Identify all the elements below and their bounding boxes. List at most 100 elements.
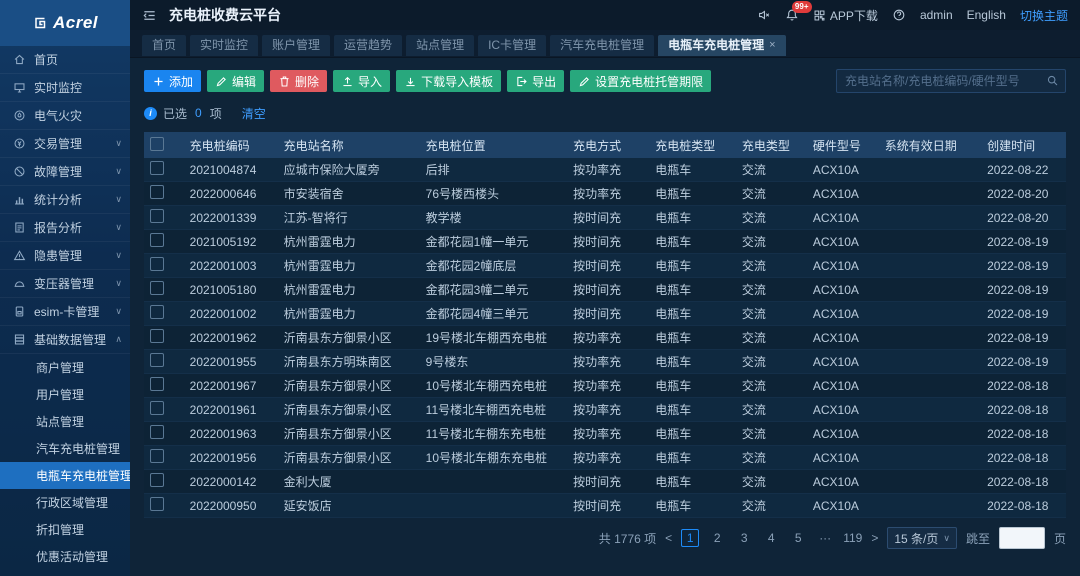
search-icon[interactable]	[1046, 74, 1059, 87]
edit-icon	[215, 75, 228, 88]
row-checkbox[interactable]	[150, 449, 164, 463]
row-checkbox-cell	[144, 254, 184, 278]
tab-ebike-charger-mgmt[interactable]: 电瓶车充电桩管理×	[658, 35, 785, 56]
table-cell	[879, 446, 981, 470]
row-checkbox[interactable]	[150, 353, 164, 367]
page-number-4[interactable]: 4	[762, 529, 780, 547]
tab-realtime-monitoring[interactable]: 实时监控	[190, 35, 258, 56]
add-button[interactable]: 添加	[144, 70, 201, 92]
next-page-button[interactable]: >	[871, 531, 878, 545]
sidebar-item-hazard-mgmt[interactable]: 隐患管理∨	[0, 242, 130, 270]
help-icon[interactable]	[892, 8, 906, 22]
sidebar-item-ic-card-mgmt[interactable]: IC卡管理	[0, 570, 130, 576]
row-checkbox[interactable]	[150, 377, 164, 391]
table-cell: 交流	[736, 230, 807, 254]
tab-home[interactable]: 首页	[142, 35, 186, 56]
prev-page-button[interactable]: <	[665, 531, 672, 545]
row-checkbox[interactable]	[150, 425, 164, 439]
tab-operation-trend[interactable]: 运营趋势	[334, 35, 402, 56]
jump-label: 跳至	[966, 530, 990, 547]
table-cell: 交流	[736, 182, 807, 206]
row-checkbox[interactable]	[150, 185, 164, 199]
table-cell: 交流	[736, 422, 807, 446]
sidebar-item-ebike-charger-mgmt[interactable]: 电瓶车充电桩管理	[0, 462, 130, 489]
table-cell: ACX10A	[807, 398, 879, 422]
select-all-checkbox[interactable]	[150, 137, 164, 151]
table-cell: 应城市保险大厦旁	[278, 158, 420, 182]
table-cell: 按功率充	[567, 398, 649, 422]
sidebar-item-home[interactable]: 首页	[0, 46, 130, 74]
sidebar-item-promotion-mgmt[interactable]: 优惠活动管理	[0, 543, 130, 570]
search-input[interactable]	[836, 69, 1066, 93]
row-checkbox[interactable]	[150, 401, 164, 415]
set-hosting-period-button[interactable]: 设置充电桩托管期限	[570, 70, 711, 92]
row-checkbox[interactable]	[150, 161, 164, 175]
row-checkbox[interactable]	[150, 473, 164, 487]
app-download-button[interactable]: APP下载	[813, 7, 878, 24]
page-size-select[interactable]: 15 条/页∨	[887, 527, 957, 549]
sidebar-item-user-mgmt[interactable]: 用户管理	[0, 381, 130, 408]
sidebar-item-transformer-mgmt[interactable]: 变压器管理∨	[0, 270, 130, 298]
sidebar-item-site-mgmt[interactable]: 站点管理	[0, 408, 130, 435]
row-checkbox[interactable]	[150, 233, 164, 247]
tab-account-mgmt[interactable]: 账户管理	[262, 35, 330, 56]
sidebar-item-label: 站点管理	[36, 413, 84, 430]
sidebar-item-transaction-mgmt[interactable]: 交易管理∨	[0, 130, 130, 158]
row-checkbox[interactable]	[150, 209, 164, 223]
clear-selection-link[interactable]: 清空	[242, 105, 266, 122]
sidebar-item-statistics-analysis[interactable]: 统计分析∨	[0, 186, 130, 214]
sidebar-item-esim-card-mgmt[interactable]: esim-卡管理∨	[0, 298, 130, 326]
user-menu[interactable]: admin	[920, 8, 953, 22]
table-cell: 沂南县东方御景小区	[278, 326, 420, 350]
edit-button[interactable]: 编辑	[207, 70, 264, 92]
chevron-down-icon: ∨	[115, 194, 122, 205]
tab-ic-card-mgmt[interactable]: IC卡管理	[478, 35, 546, 56]
sidebar-item-base-data-mgmt[interactable]: 基础数据管理∧	[0, 326, 130, 354]
export-button[interactable]: 导出	[507, 70, 564, 92]
chevron-down-icon: ∨	[115, 138, 122, 149]
table-cell: ACX10A	[807, 206, 879, 230]
import-button[interactable]: 导入	[333, 70, 390, 92]
row-checkbox[interactable]	[150, 281, 164, 295]
sidebar-item-discount-mgmt[interactable]: 折扣管理	[0, 516, 130, 543]
sidebar-item-fault-mgmt[interactable]: 故障管理∨	[0, 158, 130, 186]
page-number-119[interactable]: 119	[843, 529, 862, 547]
table-cell: 交流	[736, 302, 807, 326]
row-checkbox[interactable]	[150, 305, 164, 319]
row-checkbox[interactable]	[150, 257, 164, 271]
table-cell: 10号楼北车棚西充电桩	[420, 374, 568, 398]
page-number-3[interactable]: 3	[735, 529, 753, 547]
table-cell: 按功率充	[567, 182, 649, 206]
page-number-5[interactable]: 5	[789, 529, 807, 547]
column-header: 充电方式	[567, 132, 649, 158]
tab-car-charger-mgmt[interactable]: 汽车充电桩管理	[550, 35, 654, 56]
row-checkbox[interactable]	[150, 497, 164, 511]
export-icon	[515, 75, 528, 88]
jump-page-input[interactable]	[999, 527, 1045, 549]
sidebar-item-report-analysis[interactable]: 报告分析∨	[0, 214, 130, 242]
column-header: 充电桩编码	[184, 132, 278, 158]
bell-icon[interactable]: 99+	[785, 8, 799, 22]
sidebar-item-admin-region-mgmt[interactable]: 行政区域管理	[0, 489, 130, 516]
app-root: Acrel 首页实时监控电气火灾交易管理∨故障管理∨统计分析∨报告分析∨隐患管理…	[0, 0, 1080, 576]
table-cell	[879, 374, 981, 398]
close-icon[interactable]: ×	[769, 35, 775, 56]
theme-switch-link[interactable]: 切换主题	[1020, 7, 1068, 24]
menu-collapse-icon[interactable]	[142, 8, 157, 23]
delete-button[interactable]: 删除	[270, 70, 327, 92]
mute-icon[interactable]	[757, 8, 771, 22]
sidebar-item-car-charger-mgmt[interactable]: 汽车充电桩管理	[0, 435, 130, 462]
language-switch[interactable]: English	[967, 8, 1006, 22]
page-number-2[interactable]: 2	[708, 529, 726, 547]
edit-icon	[578, 75, 591, 88]
row-checkbox[interactable]	[150, 329, 164, 343]
pagination-total: 共 1776 项	[599, 530, 656, 547]
sidebar-item-label: esim-卡管理	[34, 303, 99, 320]
page-number-1[interactable]: 1	[681, 529, 699, 547]
sidebar-item-label: 故障管理	[34, 163, 82, 180]
download-template-button[interactable]: 下载导入模板	[396, 70, 501, 92]
sidebar-item-merchant-mgmt[interactable]: 商户管理	[0, 354, 130, 381]
tab-site-mgmt[interactable]: 站点管理	[406, 35, 474, 56]
sidebar-item-electrical-fire[interactable]: 电气火灾	[0, 102, 130, 130]
sidebar-item-realtime-monitoring[interactable]: 实时监控	[0, 74, 130, 102]
